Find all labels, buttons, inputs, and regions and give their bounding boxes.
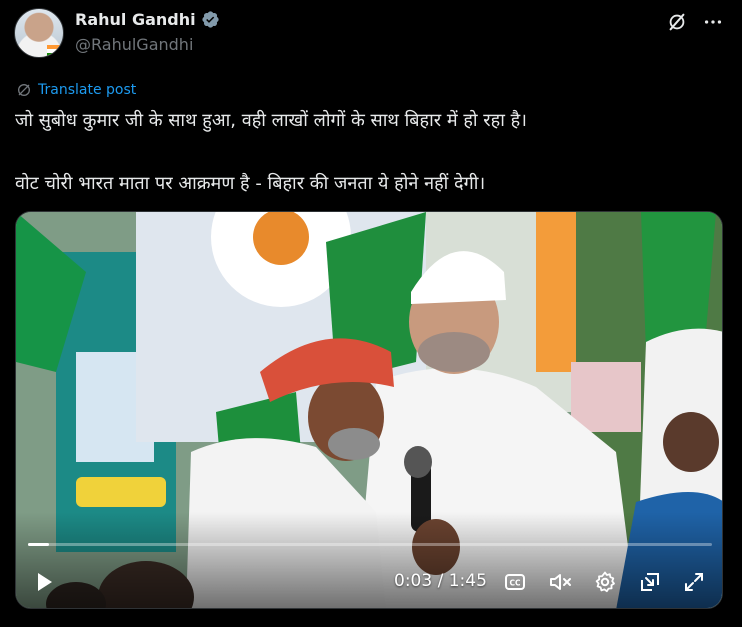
svg-text:CC: CC bbox=[509, 579, 521, 588]
post-text-line-1: जो सुबोध कुमार जी के साथ हुआ, वही लाखों … bbox=[15, 110, 527, 131]
more-icon[interactable] bbox=[702, 11, 724, 33]
flag-badge bbox=[47, 45, 63, 57]
settings-icon[interactable] bbox=[593, 570, 617, 594]
picture-in-picture-icon[interactable] bbox=[638, 570, 662, 594]
translate-post-link[interactable]: Translate post bbox=[16, 82, 136, 98]
grok-icon[interactable] bbox=[666, 11, 688, 33]
video-time: 0:03 / 1:45 bbox=[394, 571, 487, 591]
video-player[interactable]: 0:03 / 1:45 CC bbox=[15, 211, 723, 609]
captions-icon[interactable]: CC bbox=[503, 570, 527, 594]
mute-icon[interactable] bbox=[548, 570, 572, 594]
verified-badge-icon bbox=[201, 11, 219, 28]
post-text-line-2: वोट चोरी भारत माता पर आक्रमण है - बिहार … bbox=[15, 173, 486, 194]
globe-icon bbox=[18, 84, 30, 96]
fullscreen-icon[interactable] bbox=[682, 570, 706, 594]
avatar[interactable] bbox=[14, 8, 64, 58]
play-icon[interactable] bbox=[32, 570, 56, 594]
author-name-row[interactable]: Rahul Gandhi bbox=[75, 10, 220, 29]
video-frame bbox=[16, 212, 722, 608]
translate-label[interactable]: Translate post bbox=[38, 82, 136, 98]
video-progress-bar[interactable] bbox=[28, 543, 712, 546]
author-handle[interactable]: @RahulGandhi bbox=[75, 35, 193, 54]
video-controls: 0:03 / 1:45 CC bbox=[16, 562, 722, 602]
post-header: Rahul Gandhi @RahulGandhi bbox=[14, 8, 728, 60]
video-progress-fill bbox=[28, 543, 49, 546]
author-name[interactable]: Rahul Gandhi bbox=[75, 10, 196, 29]
